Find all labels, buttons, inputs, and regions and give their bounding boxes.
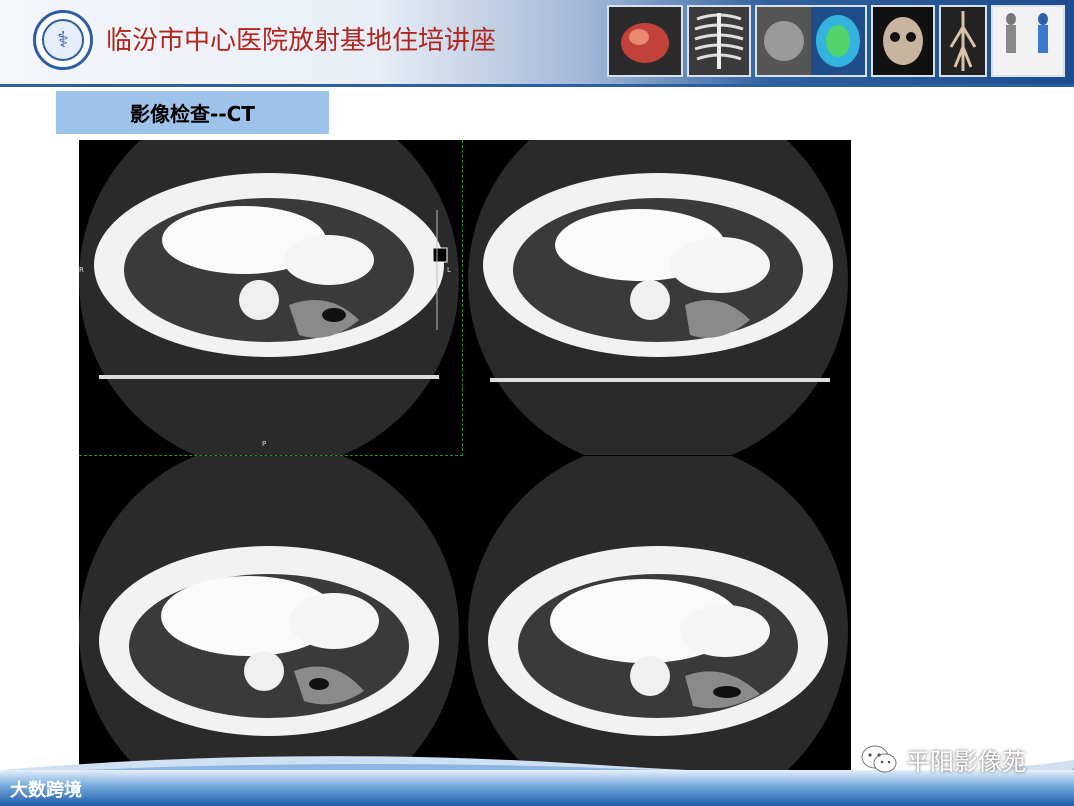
body-scan-icon xyxy=(991,5,1065,77)
wechat-watermark: 平阳影像苑 xyxy=(860,742,1026,776)
logo-emblem-icon: ⚕ xyxy=(42,19,84,61)
ct-image-panel: R L P xyxy=(79,140,851,770)
header-divider xyxy=(0,84,1074,87)
wechat-account-name: 平阳影像苑 xyxy=(906,747,1026,776)
section-title: 影像检查--CT xyxy=(56,91,329,134)
brain-ct-icon xyxy=(755,5,867,77)
skull-3d-icon xyxy=(871,5,935,77)
ribcage-3d-icon xyxy=(687,5,751,77)
ct-slice-4 xyxy=(465,456,851,770)
ct-slice-3 xyxy=(79,456,462,770)
wechat-icon xyxy=(861,745,897,773)
ct-label-posterior: P xyxy=(262,440,267,448)
footer-brand: 大数跨境 xyxy=(10,780,82,801)
vessel-3d-icon xyxy=(939,5,987,77)
ct-label-left: L xyxy=(447,266,451,274)
ct-label-right: R xyxy=(79,266,84,274)
ct-slice-1: R L P xyxy=(79,140,463,456)
hospital-title: 临汾市中心医院放射基地住培讲座 xyxy=(106,26,497,56)
hospital-logo: ⚕ xyxy=(33,10,93,70)
ct-slice-2 xyxy=(465,140,851,455)
heart-3d-icon xyxy=(607,5,683,77)
